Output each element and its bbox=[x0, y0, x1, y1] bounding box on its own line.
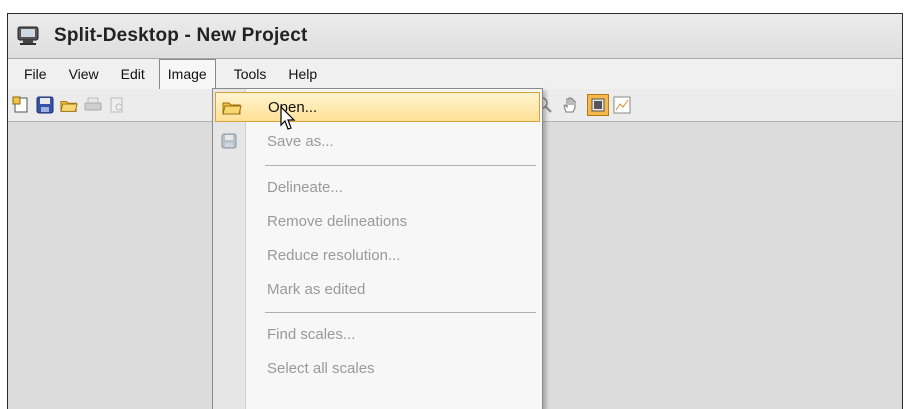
hand-pan-icon[interactable] bbox=[561, 96, 579, 114]
graph-view-icon[interactable] bbox=[613, 96, 631, 114]
image-menu-dropdown: Open... Save as... Delineate... Remove d… bbox=[212, 88, 543, 409]
menu-item-remove-delineations[interactable]: Remove delineations bbox=[213, 206, 542, 236]
menu-item-reduce-resolution-label: Reduce resolution... bbox=[267, 246, 401, 264]
menu-item-open[interactable]: Open... bbox=[215, 92, 540, 122]
print-preview-icon[interactable] bbox=[108, 96, 126, 114]
menu-separator bbox=[265, 165, 536, 166]
menu-item-reduce-resolution[interactable]: Reduce resolution... bbox=[213, 240, 542, 270]
open-folder-icon[interactable] bbox=[60, 96, 78, 114]
mouse-cursor-icon bbox=[280, 105, 298, 132]
menu-file[interactable]: File bbox=[16, 59, 55, 89]
menu-item-mark-as-edited[interactable]: Mark as edited bbox=[213, 274, 542, 304]
app-window: Split-Desktop - New Project File View Ed… bbox=[7, 13, 903, 409]
app-monitor-icon bbox=[16, 26, 40, 46]
menu-item-select-all-scales[interactable]: Select all scales bbox=[213, 353, 542, 383]
new-project-icon[interactable] bbox=[12, 96, 30, 114]
menu-edit[interactable]: Edit bbox=[113, 59, 153, 89]
menu-item-find-scales[interactable]: Find scales... bbox=[213, 319, 542, 349]
print-icon[interactable] bbox=[84, 96, 102, 114]
menu-item-delineate-label: Delineate... bbox=[267, 178, 343, 196]
menu-item-delineate[interactable]: Delineate... bbox=[213, 172, 542, 202]
menu-item-find-scales-label: Find scales... bbox=[267, 325, 356, 343]
menu-help[interactable]: Help bbox=[280, 59, 325, 89]
title-bar: Split-Desktop - New Project bbox=[8, 14, 902, 59]
menu-item-save-as-label: Save as... bbox=[267, 132, 334, 150]
menu-bar: File View Edit Image Tools Help bbox=[8, 59, 902, 90]
menu-tools[interactable]: Tools bbox=[226, 59, 275, 89]
menu-separator bbox=[265, 312, 536, 313]
view-mode-active-icon[interactable] bbox=[587, 94, 609, 116]
open-folder-icon bbox=[222, 98, 242, 116]
save-icon bbox=[219, 132, 239, 150]
save-icon[interactable] bbox=[36, 96, 54, 114]
menu-item-select-all-scales-label: Select all scales bbox=[267, 359, 375, 377]
menu-item-remove-delineations-label: Remove delineations bbox=[267, 212, 408, 230]
menu-image[interactable]: Image bbox=[158, 59, 216, 90]
menu-view[interactable]: View bbox=[61, 59, 107, 89]
menu-item-save-as[interactable]: Save as... bbox=[213, 126, 542, 156]
menu-item-mark-as-edited-label: Mark as edited bbox=[267, 280, 366, 298]
window-title: Split-Desktop - New Project bbox=[54, 25, 308, 46]
